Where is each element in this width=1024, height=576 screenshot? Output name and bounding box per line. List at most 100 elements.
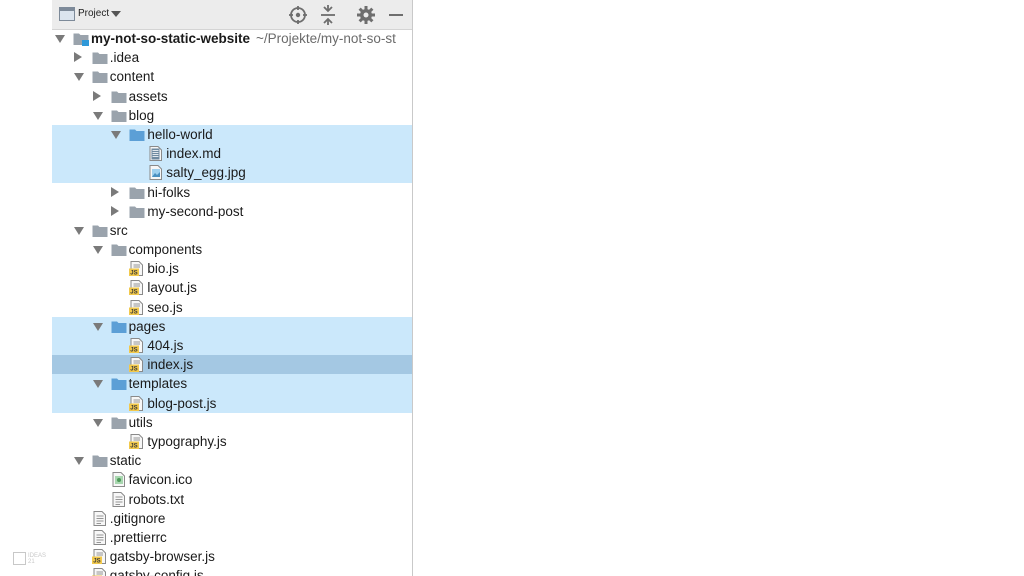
javascript-file-icon: JS: [129, 261, 145, 277]
tree-item-label: .gitignore: [109, 510, 166, 526]
tree-row[interactable]: my-not-so-static-website ~/Projekte/my-no…: [52, 29, 412, 48]
tree-item-label: seo.js: [147, 299, 183, 315]
tree-item-label: my-not-so-static-website: [91, 31, 251, 46]
expand-arrow-down-icon[interactable]: [73, 457, 84, 466]
tree-item-label: my-second-post: [147, 203, 244, 219]
tree-row[interactable]: static: [52, 451, 412, 470]
project-tree: my-not-so-static-website ~/Projekte/my-no…: [52, 29, 412, 576]
tree-row[interactable]: JS bio.js: [52, 259, 412, 278]
svg-text:JS: JS: [131, 367, 138, 372]
text-file-icon: [111, 491, 127, 507]
tree-item-label: src: [109, 222, 128, 238]
tree-item-label: gatsby-config.js: [109, 568, 204, 576]
svg-text:JS: JS: [93, 559, 100, 564]
expand-arrow-down-icon[interactable]: [92, 322, 103, 331]
expand-arrow-down-icon[interactable]: [92, 380, 103, 389]
expand-arrow-down-icon[interactable]: [92, 418, 103, 427]
expand-arrow-down-icon[interactable]: [55, 35, 65, 43]
watermark-logo-icon: [13, 552, 26, 565]
folder-icon: [111, 319, 127, 334]
tree-item-label: bio.js: [147, 261, 179, 277]
tree-row[interactable]: robots.txt: [52, 490, 412, 509]
tree-item-label: robots.txt: [128, 491, 185, 507]
tree-row[interactable]: my-second-post: [52, 202, 412, 221]
tree-row[interactable]: components: [52, 240, 412, 259]
project-path: ~/Projekte/my-not-so-st: [256, 31, 396, 46]
tree-row[interactable]: JS layout.js: [52, 278, 412, 297]
tree-item-label: content: [109, 69, 155, 85]
tree-item-label: index.js: [147, 357, 194, 373]
expand-arrow-down-icon[interactable]: [111, 130, 122, 139]
folder-icon: [111, 242, 127, 257]
javascript-file-icon: JS: [129, 395, 145, 411]
tree-item-label: favicon.ico: [128, 472, 193, 488]
collapse-all-icon[interactable]: [318, 5, 338, 25]
tree-item-label: index.md: [166, 146, 221, 162]
project-view-selector[interactable]: Project: [78, 8, 109, 19]
tree-item-label: pages: [128, 318, 166, 334]
expand-arrow-down-icon[interactable]: [73, 226, 84, 235]
tree-row[interactable]: assets: [52, 87, 412, 106]
tree-row[interactable]: JS seo.js: [52, 298, 412, 317]
chevron-down-icon[interactable]: [111, 11, 121, 17]
tree-row[interactable]: templates: [52, 374, 412, 394]
project-toolbar: Project: [52, 0, 412, 30]
expand-arrow-down-icon[interactable]: [92, 246, 103, 255]
folder-icon: [92, 223, 108, 238]
folder-icon: [111, 89, 127, 104]
tree-row[interactable]: JS typography.js: [52, 432, 412, 451]
expand-arrow-down-icon[interactable]: [73, 73, 84, 82]
tree-row[interactable]: salty_egg.jpg: [52, 163, 412, 183]
tree-item-label: hello-world: [147, 126, 213, 142]
javascript-file-icon: JS: [129, 357, 145, 373]
folder-icon: [92, 453, 108, 468]
javascript-file-icon: JS: [129, 338, 145, 354]
tree-row[interactable]: .prettierrc: [52, 528, 412, 547]
javascript-file-icon: JS: [129, 433, 145, 450]
tree-row[interactable]: favicon.ico: [52, 470, 412, 489]
tree-row[interactable]: .gitignore: [52, 509, 412, 528]
image-file-icon: [148, 165, 164, 181]
tree-item-label: components: [128, 242, 203, 258]
markdown-file-icon: [148, 146, 164, 162]
tree-row[interactable]: JS blog-post.js: [52, 393, 412, 413]
tree-row[interactable]: hello-world: [52, 124, 412, 145]
tree-row[interactable]: JS 404.js: [52, 336, 412, 356]
folder-icon: [129, 204, 145, 219]
tree-row[interactable]: index.md: [52, 144, 412, 164]
expand-arrow-down-icon[interactable]: [92, 111, 103, 120]
expand-arrow-right-icon[interactable]: [111, 186, 120, 197]
locate-icon[interactable]: [288, 5, 308, 25]
svg-text:JS: JS: [131, 309, 138, 314]
tree-row[interactable]: hi-folks: [52, 183, 412, 202]
tree-item-label: .idea: [109, 50, 140, 66]
gear-icon[interactable]: [356, 5, 376, 25]
expand-arrow-right-icon[interactable]: [111, 205, 120, 216]
tree-item-label: gatsby-browser.js: [109, 549, 215, 565]
tree-item-label: .prettierrc: [109, 529, 167, 545]
tree-item-label: layout.js: [147, 280, 197, 296]
tree-item-label: hi-folks: [147, 184, 191, 200]
tree-row[interactable]: src: [52, 221, 412, 240]
svg-text:JS: JS: [131, 271, 138, 276]
expand-arrow-right-icon[interactable]: [92, 90, 101, 101]
tree-item-label: 404.js: [147, 338, 184, 353]
tree-row[interactable]: JS index.js: [52, 355, 412, 375]
expand-arrow-right-icon[interactable]: [73, 52, 82, 63]
minimize-icon[interactable]: [386, 5, 406, 25]
folder-icon: [111, 415, 127, 430]
tree-row[interactable]: .idea: [52, 48, 412, 67]
folder-icon: [92, 69, 108, 84]
tree-row[interactable]: blog: [52, 106, 412, 125]
tree-row[interactable]: JSgatsby-config.js: [52, 566, 412, 576]
javascript-file-icon: JS: [91, 568, 108, 576]
javascript-file-icon: JS: [129, 280, 145, 296]
tree-row[interactable]: content: [52, 67, 412, 86]
tree-row[interactable]: pages: [52, 316, 412, 336]
tree-item-label: typography.js: [147, 433, 227, 449]
folder-icon: [92, 50, 108, 65]
tree-row[interactable]: JS gatsby-browser.js: [52, 547, 412, 566]
favicon-file-icon: [111, 472, 127, 488]
watermark: IDEAS 21: [13, 552, 53, 565]
tree-row[interactable]: utils: [52, 413, 412, 432]
